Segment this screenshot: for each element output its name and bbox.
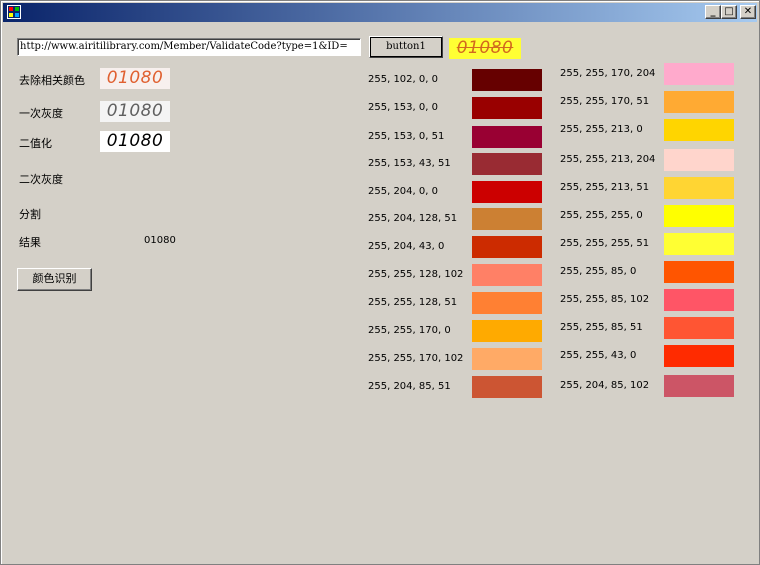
color-swatch (664, 375, 734, 397)
color-swatch (472, 236, 542, 258)
color-swatch (664, 233, 734, 255)
maximize-button[interactable]: □ (721, 5, 737, 19)
color-label: 255, 255, 85, 51 (560, 322, 643, 333)
color-label: 255, 255, 255, 0 (560, 210, 643, 221)
color-label: 255, 153, 0, 0 (368, 102, 438, 113)
color-label: 255, 255, 170, 0 (368, 325, 451, 336)
color-label: 255, 102, 0, 0 (368, 74, 438, 85)
step-label-segment: 分割 (19, 208, 41, 221)
color-label: 255, 153, 0, 51 (368, 131, 445, 142)
title-bar[interactable]: _ □ ✕ (3, 3, 757, 22)
color-swatch (472, 97, 542, 119)
color-swatch (472, 69, 542, 91)
app-icon (7, 5, 21, 19)
color-label: 255, 204, 43, 0 (368, 241, 445, 252)
color-label: 255, 255, 128, 51 (368, 297, 458, 308)
color-swatch (664, 177, 734, 199)
color-recognize-button[interactable]: 颜色识别 (17, 268, 92, 291)
captcha-grayscale-image: 01080 (100, 101, 170, 122)
color-label: 255, 255, 170, 102 (368, 353, 464, 364)
color-label: 255, 255, 43, 0 (560, 350, 637, 361)
captcha-original-image: 01080 (449, 38, 521, 59)
color-label: 255, 255, 213, 51 (560, 182, 650, 193)
color-label: 255, 255, 128, 102 (368, 269, 464, 280)
color-label: 255, 255, 170, 51 (560, 96, 650, 107)
color-label: 255, 255, 213, 204 (560, 154, 656, 165)
step-label-binarize: 二值化 (19, 137, 52, 150)
color-swatch (664, 149, 734, 171)
result-value: 01080 (144, 235, 176, 246)
color-swatch (664, 261, 734, 283)
color-swatch (664, 205, 734, 227)
color-swatch (472, 292, 542, 314)
color-swatch (664, 345, 734, 367)
color-swatch (472, 376, 542, 398)
color-label: 255, 204, 128, 51 (368, 213, 458, 224)
step-label-grayscale-1: 一次灰度 (19, 107, 63, 120)
color-label: 255, 255, 85, 102 (560, 294, 650, 305)
color-swatch (664, 317, 734, 339)
close-button[interactable]: ✕ (740, 5, 756, 19)
captcha-binarized-image: 01080 (100, 131, 170, 152)
color-swatch (472, 320, 542, 342)
button1[interactable]: button1 (369, 36, 443, 58)
color-label: 255, 204, 85, 102 (560, 380, 650, 391)
captcha-remove-colors-image: 01080 (100, 68, 170, 89)
color-swatch (664, 63, 734, 85)
color-swatch (472, 126, 542, 148)
color-label: 255, 204, 85, 51 (368, 381, 451, 392)
url-input[interactable]: http://www.airitilibrary.com/Member/Vali… (17, 38, 361, 56)
color-label: 255, 255, 85, 0 (560, 266, 637, 277)
step-label-result: 结果 (19, 236, 41, 249)
color-swatch (472, 208, 542, 230)
color-swatch (472, 181, 542, 203)
minimize-button[interactable]: _ (705, 5, 721, 19)
color-swatch (472, 264, 542, 286)
color-swatch (472, 348, 542, 370)
color-label: 255, 255, 170, 204 (560, 68, 656, 79)
step-label-grayscale-2: 二次灰度 (19, 173, 63, 186)
color-label: 255, 255, 255, 51 (560, 238, 650, 249)
color-label: 255, 204, 0, 0 (368, 186, 438, 197)
step-label-remove-colors: 去除相关颜色 (19, 74, 85, 87)
color-swatch (472, 153, 542, 175)
color-label: 255, 153, 43, 51 (368, 158, 451, 169)
main-window: _ □ ✕ http://www.airitilibrary.com/Membe… (0, 0, 760, 565)
color-swatch (664, 289, 734, 311)
color-swatch (664, 119, 734, 141)
color-label: 255, 255, 213, 0 (560, 124, 643, 135)
color-swatch (664, 91, 734, 113)
